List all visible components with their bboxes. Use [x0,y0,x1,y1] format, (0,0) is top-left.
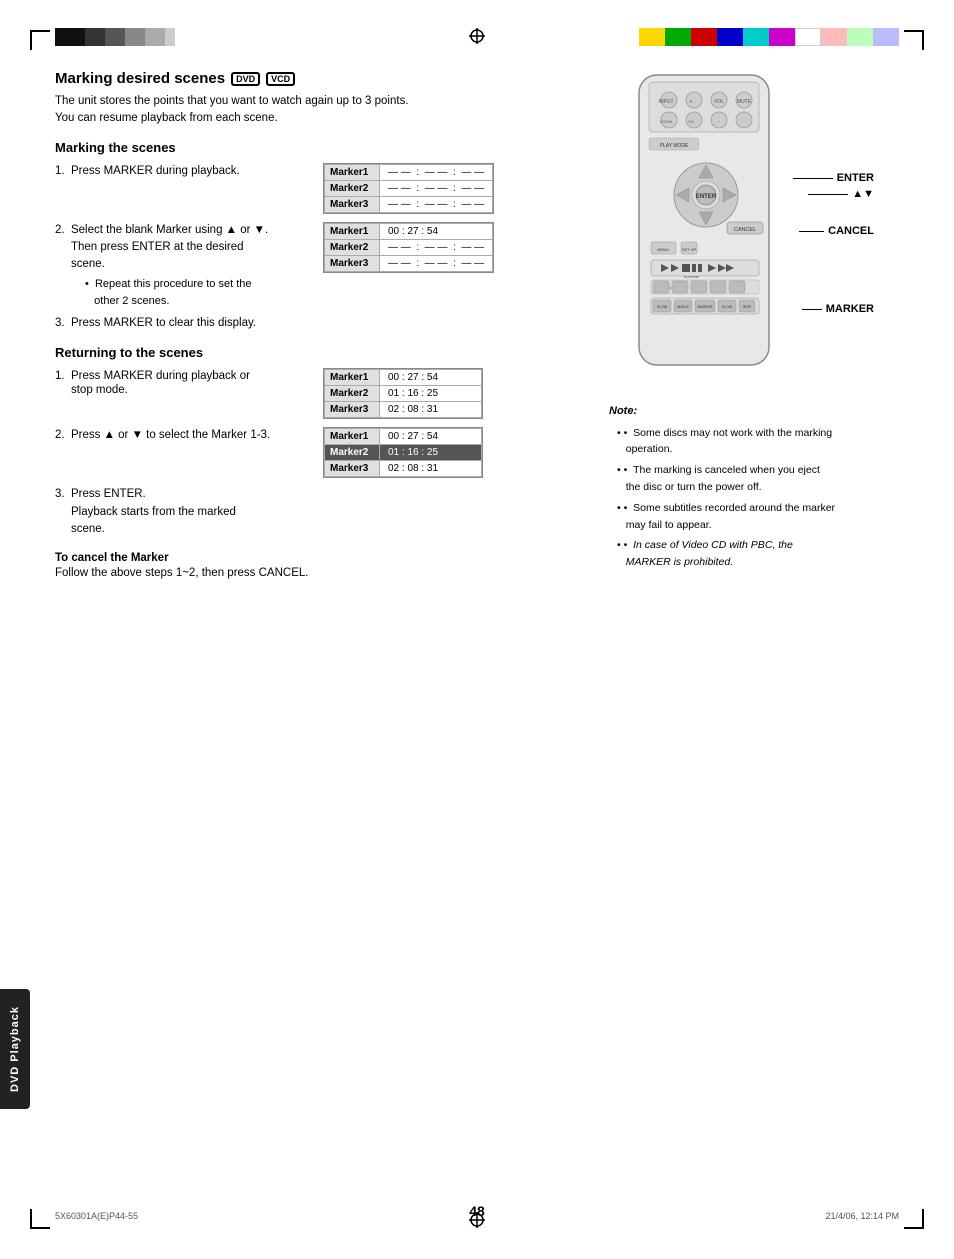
page-number: 48 [469,1203,485,1219]
cancel-title: To cancel the Marker [55,552,615,564]
note-item-4: • In case of Video CD with PBC, the MARK… [617,537,899,571]
svg-text:+: + [690,99,693,105]
note-item-2: • The marking is canceled when you eject… [617,462,899,496]
table-row: Marker3 02 : 08 : 31 [325,402,482,418]
corner-mark-tr [904,30,924,50]
footer-left: 5X60301A(E)P44-55 [55,1211,138,1221]
table-row: Marker3 — — : — — : — — [325,196,493,212]
marking-step-2: 2. Select the blank Marker using ▲ or ▼.… [55,222,615,310]
updown-label: ▲▼ [808,188,874,200]
note-section: Note: • Some discs may not work with the… [609,403,899,571]
returning-step-2: 2. Press ▲ or ▼ to select the Marker 1-3… [55,427,615,478]
marker-table-4: Marker1 00 : 27 : 54 Marker2 01 : 16 : 2… [323,427,483,478]
svg-text:ZOOM: ZOOM [660,119,672,124]
corner-mark-bl [30,1209,50,1229]
black-bar-top [55,28,175,46]
color-bar-top [639,28,899,46]
marking-step-1: 1. Press MARKER during playback. Marker1… [55,163,615,214]
section-title-text: Marking desired scenes [55,70,225,87]
marker-table-2: Marker1 00 : 27 : 54 Marker2 — — : — — :… [323,222,494,273]
table-row: Marker1 — — : — — : — — [325,164,493,180]
marker-table-1: Marker1 — — : — — : — — Marker2 — — : — … [323,163,494,214]
section-title: Marking desired scenes DVD VCD [55,70,615,87]
marking-step-2-text: 2. Select the blank Marker using ▲ or ▼.… [55,222,315,310]
svg-text:SET UP: SET UP [682,247,697,252]
marking-step-1-text: 1. Press MARKER during playback. [55,163,315,177]
left-column: Marking desired scenes DVD VCD The unit … [55,70,615,579]
remote-control-area: INPUT + VOL MUTE ZOOM CH - PLAY MODE [609,70,889,393]
svg-text:SLOW: SLOW [722,305,733,309]
badge-vcd: VCD [266,72,295,86]
remote-svg: INPUT + VOL MUTE ZOOM CH - PLAY MODE [609,70,809,390]
returning-section-title: Returning to the scenes [55,345,615,360]
returning-step-3: 3. Press ENTER. Playback starts from the… [55,486,615,538]
svg-text:ANGLE: ANGLE [677,305,690,309]
corner-mark-br [904,1209,924,1229]
dvd-playback-tab: DVD Playback [0,989,30,1109]
svg-text:STOP: STOP [691,275,699,279]
intro-line2: You can resume playback from each scene. [55,112,278,124]
intro-text: The unit stores the points that you want… [55,93,615,128]
note-item-1: • Some discs may not work with the marki… [617,425,899,459]
table-row: Marker2 — — : — — : — — [325,180,493,196]
svg-text:SLOW: SLOW [657,305,668,309]
returning-step-1-text: 1. Press MARKER during playback or stop … [55,368,315,396]
svg-text:VOL: VOL [714,99,724,105]
table-row: Marker1 00 : 27 : 54 [325,223,493,239]
svg-text:INPUT: INPUT [659,99,674,105]
dvd-tab-label: DVD Playback [9,1006,21,1092]
svg-text:MENU: MENU [657,247,669,252]
table-row: Marker2 — — : — — : — — [325,239,493,255]
remote-svg-container: INPUT + VOL MUTE ZOOM CH - PLAY MODE [609,70,809,393]
main-content: Marking desired scenes DVD VCD The unit … [55,70,899,1199]
table-row: Marker1 00 : 27 : 54 [325,370,482,386]
enter-label: ENTER [793,172,874,184]
svg-text:PLAY MODE: PLAY MODE [660,143,689,149]
table-row: Marker1 00 : 27 : 54 [325,429,482,445]
intro-line1: The unit stores the points that you want… [55,95,409,107]
table-row: Marker3 02 : 08 : 31 [325,461,482,477]
svg-text:SKIP: SKIP [743,305,752,309]
note-title: Note: [609,403,899,421]
cancel-text: Follow the above steps 1~2, then press C… [55,567,615,579]
returning-step-2-text: 2. Press ▲ or ▼ to select the Marker 1-3… [55,427,315,441]
corner-mark-tl [30,30,50,50]
svg-text:MARKER: MARKER [698,305,713,309]
table-row: Marker3 — — : — — : — — [325,255,493,271]
table-row: Marker2 01 : 16 : 25 [325,445,482,461]
marker-label: MARKER [802,303,874,315]
svg-text:ENTER: ENTER [696,194,717,200]
returning-step-1: 1. Press MARKER during playback or stop … [55,368,615,419]
marker-table-3: Marker1 00 : 27 : 54 Marker2 01 : 16 : 2… [323,368,483,419]
right-column: INPUT + VOL MUTE ZOOM CH - PLAY MODE [609,70,899,575]
svg-text:CANCEL: CANCEL [734,227,756,233]
note-item-3: • Some subtitles recorded around the mar… [617,500,899,534]
svg-text:CH: CH [688,119,694,124]
table-row: Marker2 01 : 16 : 25 [325,386,482,402]
svg-text:MUTE: MUTE [737,99,752,105]
badge-dvd: DVD [231,72,260,86]
cancel-label: CANCEL [799,225,874,237]
footer-right: 21/4/06, 12:14 PM [825,1211,899,1221]
marking-step-3: 3. Press MARKER to clear this display. [55,317,615,329]
marking-section-title: Marking the scenes [55,140,615,155]
reg-mark-top [469,28,485,47]
